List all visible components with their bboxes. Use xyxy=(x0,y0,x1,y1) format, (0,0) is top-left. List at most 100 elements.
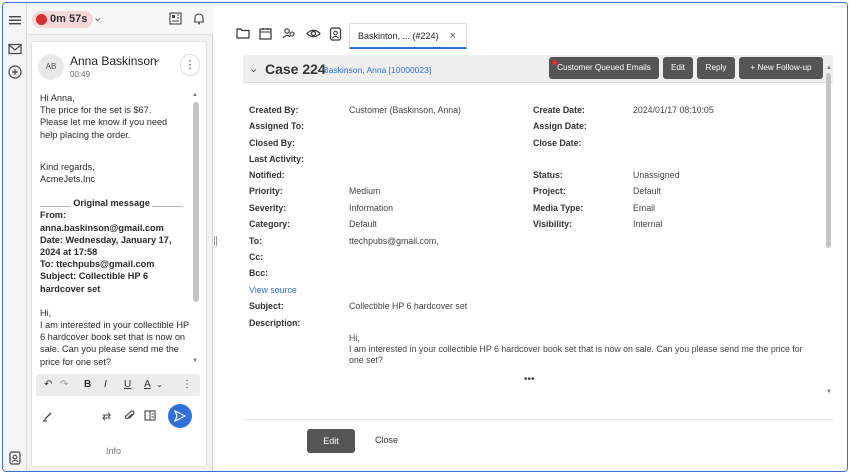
mail-icon[interactable] xyxy=(7,43,23,59)
value-create-date: 2024/01/17 08:10:05 xyxy=(633,105,714,115)
orig-from-label: From: xyxy=(40,210,67,221)
value-project: Default xyxy=(633,186,661,196)
description-greeting: Hi, xyxy=(349,333,360,343)
contact-card-icon[interactable] xyxy=(327,27,343,43)
footer-close-button[interactable]: Close xyxy=(375,435,398,445)
layout-icon[interactable] xyxy=(169,12,183,26)
compose-actions: ⇄ xyxy=(36,402,200,432)
send-button[interactable] xyxy=(168,404,192,428)
chevron-down-icon[interactable]: ⌄ xyxy=(249,62,258,75)
template-icon[interactable] xyxy=(144,410,156,424)
scrollbar-thumb[interactable] xyxy=(193,102,199,302)
tab-label: Baskinton, ... (#224) xyxy=(358,31,439,41)
description-preview: Hi, I am interested in your collectible … xyxy=(349,333,809,377)
text-color-button[interactable]: A xyxy=(144,378,151,392)
bell-icon[interactable] xyxy=(193,12,207,26)
description-fade xyxy=(349,367,809,377)
workspace-tabs: Baskinton, ... (#224) × xyxy=(219,3,847,49)
chevron-down-icon[interactable]: ⌄ xyxy=(152,52,161,65)
undo-icon[interactable]: ↶ xyxy=(44,378,52,392)
footer-edit-button[interactable]: Edit xyxy=(307,429,355,453)
new-follow-up-button[interactable]: + New Follow-up xyxy=(739,57,823,79)
email-panel-toolbar: 0m 57s ⌄ xyxy=(27,3,213,35)
close-icon[interactable]: × xyxy=(450,24,456,48)
brush-icon[interactable] xyxy=(42,410,54,425)
label-close-date: Close Date: xyxy=(533,138,582,148)
reply-button[interactable]: Reply xyxy=(697,57,735,79)
edit-button[interactable]: Edit xyxy=(663,57,693,79)
label-assigned-to: Assigned To: xyxy=(249,121,305,131)
scroll-up-icon[interactable]: ▲ xyxy=(826,65,832,71)
label-created-by: Created By: xyxy=(249,105,299,115)
label-media-type: Media Type: xyxy=(533,203,584,213)
label-project: Project: xyxy=(533,186,566,196)
calendar-icon[interactable] xyxy=(257,27,273,43)
description-body: I am interested in your collectible HP 6… xyxy=(349,344,803,365)
original-message-header: ______ Original message ______ xyxy=(40,198,184,209)
scroll-down-icon[interactable]: ▼ xyxy=(826,389,832,395)
tab-case-224[interactable]: Baskinton, ... (#224) × xyxy=(349,23,467,49)
case-scrollbar[interactable]: ▲ ▼ xyxy=(825,65,833,395)
folder-icon[interactable] xyxy=(235,27,251,43)
value-to: ttechpubs@gmail.com, xyxy=(349,236,439,246)
value-subject: Collectible HP 6 hardcover set xyxy=(349,301,468,311)
more-options-button[interactable]: ⋮ xyxy=(180,54,200,76)
label-last-activity: Last Activity: xyxy=(249,154,304,164)
label-notified: Notified: xyxy=(249,170,285,180)
app-window: 0m 57s ⌄ AB Anna Baskinson ⌄ 00:49 ⋮ Hi … xyxy=(2,2,848,472)
avatar: AB xyxy=(38,54,64,80)
contact-card-icon[interactable] xyxy=(7,451,23,467)
label-description: Description: xyxy=(249,318,301,328)
orig-body: I am interested in your collectible HP 6… xyxy=(40,320,189,367)
underline-button[interactable]: U xyxy=(124,378,131,392)
chevron-down-icon[interactable]: ⌄ xyxy=(156,378,163,392)
scrollbar-thumb[interactable] xyxy=(826,73,831,248)
add-circle-icon[interactable] xyxy=(7,65,23,81)
customer-queued-emails-button[interactable]: Customer Queued Emails xyxy=(549,57,659,79)
chevron-down-icon[interactable]: ⌄ xyxy=(93,11,102,24)
more-vertical-icon[interactable]: ⋮ xyxy=(182,378,192,392)
eye-icon[interactable] xyxy=(305,27,321,43)
email-body[interactable]: Hi Anna, The price for the set is $67. P… xyxy=(40,92,190,372)
value-category: Default xyxy=(349,219,377,229)
label-priority: Priority: xyxy=(249,186,283,196)
view-source-link[interactable]: View source xyxy=(249,285,297,295)
value-created-by: Customer (Baskinson, Anna) xyxy=(349,105,461,115)
menu-icon[interactable] xyxy=(7,13,23,29)
call-timer[interactable]: 0m 57s xyxy=(32,11,94,28)
email-time: 00:49 xyxy=(70,70,91,79)
label-severity: Severity: xyxy=(249,203,287,213)
case-details: Created By: Assigned To: Closed By: Last… xyxy=(249,99,819,369)
label-status: Status: xyxy=(533,170,563,180)
reply-body: The price for the set is $67. Please let… xyxy=(40,105,168,140)
redo-icon[interactable]: ↷ xyxy=(60,378,68,392)
value-priority: Medium xyxy=(349,186,381,196)
case-workspace: Baskinton, ... (#224) × ⌄ Case 224 Baski… xyxy=(219,3,847,471)
label-closed-by: Closed By: xyxy=(249,138,295,148)
bold-button[interactable]: B xyxy=(84,378,91,392)
transfer-icon[interactable]: ⇄ xyxy=(102,410,111,423)
panel-splitter[interactable] xyxy=(214,236,217,246)
info-label[interactable]: Info xyxy=(106,446,121,456)
expand-description-button[interactable]: ••• xyxy=(524,374,535,385)
label-to: To: xyxy=(249,236,263,246)
format-toolbar: ↶ ↷ B I U A ⌄ ⋮ xyxy=(36,374,200,396)
attachment-icon[interactable] xyxy=(124,410,135,425)
scroll-up-icon[interactable]: ▲ xyxy=(192,92,198,98)
orig-subject: Subject: Collectible HP 6 hardcover set xyxy=(40,271,149,294)
label-visibility: Visibility: xyxy=(533,219,572,229)
case-footer: Edit Close xyxy=(243,419,833,463)
scroll-down-icon[interactable]: ▼ xyxy=(192,358,198,364)
email-scrollbar[interactable]: ▲ ▼ xyxy=(192,92,200,368)
case-title: Case 224 xyxy=(265,61,326,77)
italic-button[interactable]: I xyxy=(104,378,107,392)
people-icon[interactable] xyxy=(281,27,297,43)
customer-link[interactable]: Baskinson, Anna [10000023] xyxy=(323,65,431,75)
email-panel: 0m 57s ⌄ AB Anna Baskinson ⌄ 00:49 ⋮ Hi … xyxy=(27,3,213,471)
label-subject: Subject: xyxy=(249,301,284,311)
label-create-date: Create Date: xyxy=(533,105,585,115)
case-header: ⌄ Case 224 Baskinson, Anna [10000023] Cu… xyxy=(243,55,833,83)
sender-name: Anna Baskinson xyxy=(70,54,157,68)
label-cc: Cc: xyxy=(249,252,264,262)
value-visibility: Internal xyxy=(633,219,663,229)
